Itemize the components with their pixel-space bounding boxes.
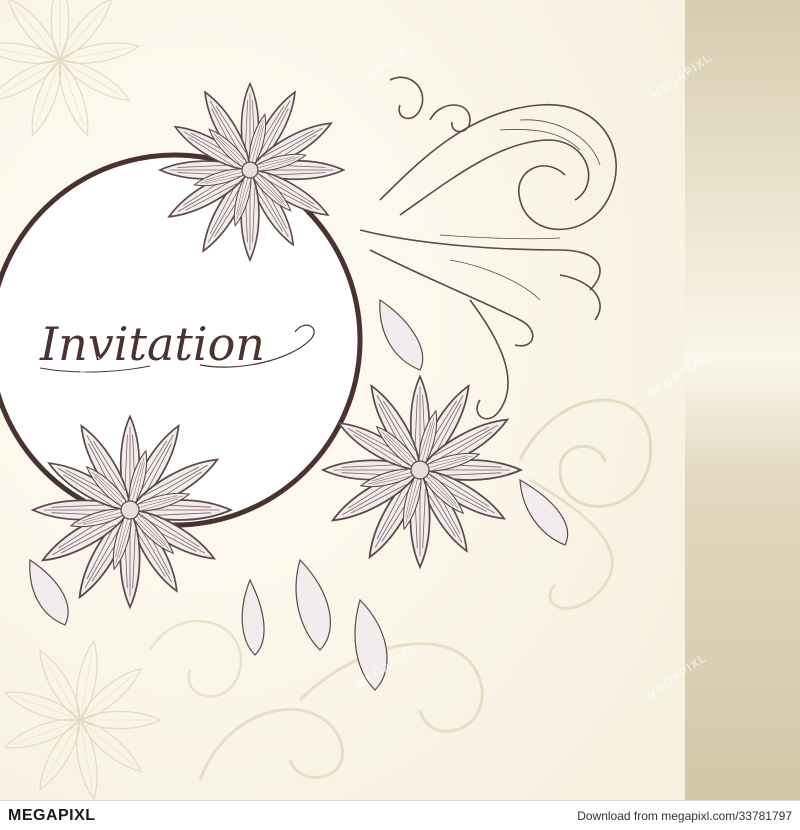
- megapixl-logo: MEGAPIXL: [8, 807, 96, 824]
- invitation-title: Invitation: [39, 317, 265, 371]
- side-panel: [685, 0, 800, 800]
- invitation-artwork: Invitation MEGAPIXL MEGAPIXL MEGAPIXL ME…: [0, 0, 800, 800]
- download-footer: MEGAPIXL Download from megapixl.com/3378…: [0, 800, 800, 830]
- download-credit: Download from megapixl.com/33781797: [577, 809, 792, 823]
